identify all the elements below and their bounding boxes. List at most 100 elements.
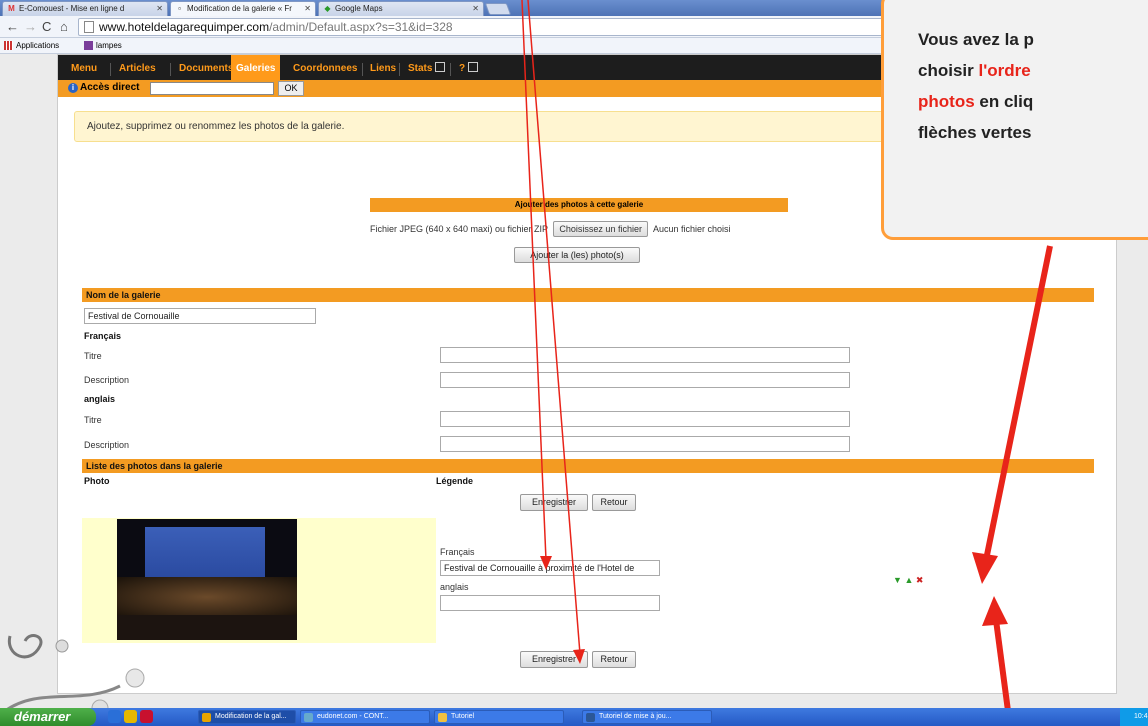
- apps-grid-icon: [4, 41, 13, 51]
- title-en-label: Titre: [84, 415, 102, 425]
- bookmark-favicon-icon: [84, 41, 93, 51]
- home-icon[interactable]: ⌂: [60, 19, 68, 34]
- bookmark-lampes[interactable]: lampes: [84, 38, 122, 53]
- tab-label: Google Maps: [335, 4, 383, 13]
- description-en-input[interactable]: [440, 436, 850, 452]
- stage-backdrop: [145, 527, 265, 579]
- close-icon[interactable]: ✕: [304, 2, 311, 15]
- gallery-name-input[interactable]: Festival de Cornouaille: [84, 308, 316, 324]
- quick-launch-acrobat-icon[interactable]: [140, 710, 153, 723]
- menu-label: ?: [459, 63, 466, 74]
- stage-musicians: [117, 577, 297, 617]
- quick-launch-explorer-icon[interactable]: [124, 710, 137, 723]
- taskbar-label: Modification de la gal...: [215, 713, 287, 720]
- callout-line-2: choisir l'ordre: [918, 55, 1034, 86]
- callout-line-1: Vous avez la p: [918, 30, 1034, 49]
- callout-highlight: l'ordre: [978, 61, 1031, 80]
- menu-item-articles[interactable]: Articles: [119, 62, 156, 76]
- photos-list-header: Liste des photos dans la galerie: [82, 459, 1094, 473]
- info-icon: i: [68, 83, 78, 93]
- ok-button[interactable]: OK: [278, 81, 304, 96]
- callout-line-3: photos en cliq: [918, 86, 1034, 117]
- gmail-icon: M: [8, 4, 15, 13]
- choose-file-button[interactable]: Choisissez un fichier: [553, 221, 648, 237]
- menu-item-liens[interactable]: Liens: [370, 62, 396, 76]
- taskbar-label: Tutoriel de mise à jou...: [599, 713, 672, 720]
- menu-item-stats[interactable]: Stats: [408, 62, 446, 76]
- url-host: www.hoteldelagarequimper.com: [99, 20, 270, 34]
- taskbar-item-word[interactable]: Tutoriel de mise à jou...: [582, 710, 712, 724]
- move-down-icon[interactable]: ▼: [893, 575, 902, 585]
- legend-fr-input[interactable]: Festival de Cornouaille à proximité de l…: [440, 560, 660, 576]
- reload-icon[interactable]: C: [42, 19, 51, 34]
- menu-separator: [170, 63, 171, 76]
- move-up-icon[interactable]: ▲: [904, 575, 913, 585]
- back-button-bottom[interactable]: Retour: [592, 651, 636, 668]
- address-bar[interactable]: www.hoteldelagarequimper.com/admin/Defau…: [78, 18, 898, 36]
- page-icon: [84, 21, 94, 33]
- popup-window-icon: [435, 62, 446, 72]
- windows-taskbar: démarrer Modification de la gal... eudon…: [0, 708, 1148, 726]
- add-photos-header: Ajouter des photos à cette galerie: [370, 198, 788, 212]
- title-fr-input[interactable]: [440, 347, 850, 363]
- word-icon: [586, 713, 595, 722]
- title-en-input[interactable]: [440, 411, 850, 427]
- description-fr-label: Description: [84, 375, 130, 385]
- tab-gallery[interactable]: ▫ Modification de la galerie « Fr ✕: [170, 1, 316, 16]
- delete-icon[interactable]: ✖: [916, 575, 924, 585]
- menu-item-coordonnees[interactable]: Coordonnees: [293, 62, 357, 76]
- back-arrow-icon[interactable]: ←: [6, 19, 19, 34]
- taskbar-item-chrome[interactable]: Modification de la gal...: [198, 710, 296, 724]
- save-button-bottom[interactable]: Enregistrer: [520, 651, 588, 668]
- folder-icon: [438, 713, 447, 722]
- callout-text: Vous avez la p choisir l'ordre photos en…: [918, 24, 1034, 148]
- taskbar-item-folder[interactable]: Tutoriel: [434, 710, 564, 724]
- start-button[interactable]: démarrer: [0, 708, 96, 726]
- photo-order-controls: ▼ ▲ ✖: [893, 575, 923, 585]
- new-tab-button[interactable]: [484, 3, 512, 15]
- file-upload-row: Fichier JPEG (640 x 640 maxi) ou fichier…: [370, 221, 731, 237]
- legend-en-label: anglais: [440, 582, 469, 592]
- column-photo: Photo: [84, 476, 110, 486]
- menu-item-documents[interactable]: Documents: [179, 62, 233, 76]
- callout-line-4: flèches vertes: [918, 123, 1032, 142]
- menu-separator: [450, 63, 451, 76]
- taskbar-label: Tutoriel: [451, 713, 475, 720]
- bookmark-applications[interactable]: Applications: [4, 38, 59, 53]
- close-icon[interactable]: ✕: [472, 2, 479, 15]
- callout-highlight: photos: [918, 92, 975, 111]
- bookmark-label: lampes: [96, 41, 122, 50]
- quick-launch-ie-icon[interactable]: [108, 710, 121, 723]
- taskbar-item-ie[interactable]: eudonet.com - CONT...: [300, 710, 430, 724]
- tab-gmail[interactable]: M E-Comouest - Mise en ligne d ✕: [2, 1, 168, 16]
- ie-icon: [304, 713, 313, 722]
- description-fr-input[interactable]: [440, 372, 850, 388]
- menu-label: Stats: [408, 63, 433, 74]
- callout-text-part: en cliq: [974, 92, 1034, 111]
- title-fr-label: Titre: [84, 351, 102, 361]
- description-en-label: Description: [84, 440, 130, 450]
- quick-access-input[interactable]: [150, 82, 274, 95]
- file-label: Fichier JPEG (640 x 640 maxi) ou fichier…: [370, 224, 548, 234]
- menu-item-menu[interactable]: Menu: [71, 62, 97, 76]
- menu-separator: [399, 63, 400, 76]
- menu-separator: [362, 63, 363, 76]
- close-icon[interactable]: ✕: [156, 2, 163, 15]
- url-path: /admin/Default.aspx?s=31&id=328: [269, 20, 453, 34]
- legend-en-input[interactable]: [440, 595, 660, 611]
- menu-item-help[interactable]: ?: [459, 62, 479, 76]
- section-english: anglais: [84, 394, 116, 404]
- legend-fr-label: Français: [440, 547, 475, 557]
- save-button[interactable]: Enregistrer: [520, 494, 588, 511]
- menu-item-galeries[interactable]: Galeries: [231, 55, 281, 80]
- menu-separator: [110, 63, 111, 76]
- maps-icon: ◆: [324, 4, 331, 13]
- popup-window-icon: [468, 62, 479, 72]
- add-photos-button[interactable]: Ajouter la (les) photo(s): [514, 247, 640, 263]
- quick-access-label: Accès direct: [80, 82, 140, 93]
- back-button[interactable]: Retour: [592, 494, 636, 511]
- tab-maps[interactable]: ◆ Google Maps ✕: [318, 1, 484, 16]
- bookmark-label: Applications: [16, 41, 60, 50]
- section-french: Français: [84, 331, 122, 341]
- forward-arrow-icon[interactable]: →: [24, 19, 37, 34]
